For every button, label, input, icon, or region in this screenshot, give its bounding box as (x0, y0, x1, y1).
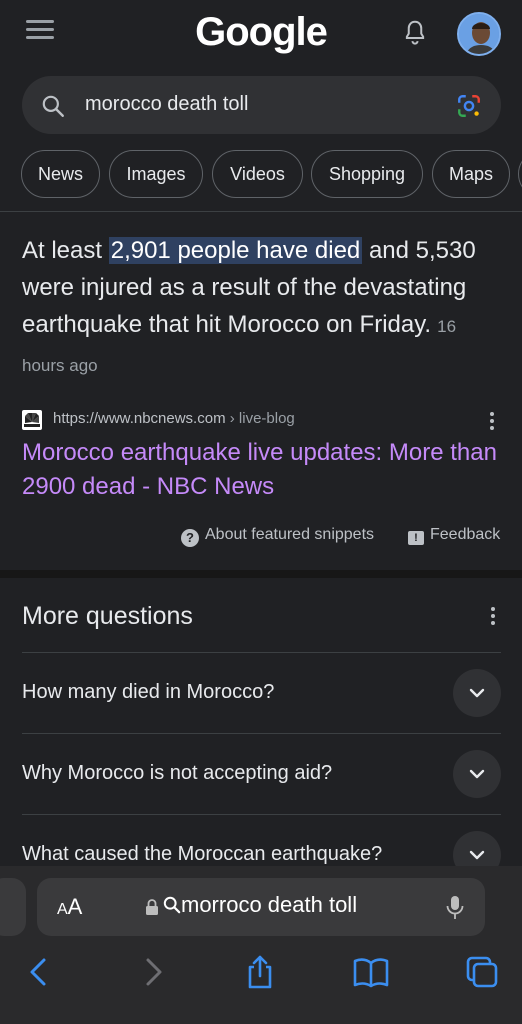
chip-maps[interactable]: Maps (432, 150, 510, 198)
question-row[interactable]: How many died in Morocco? (22, 652, 501, 732)
previous-tab-preview[interactable] (0, 878, 26, 936)
about-featured-snippets[interactable]: ? About featured snippets (181, 526, 374, 547)
featured-snippet-text: At least 2,901 people have died and 5,53… (22, 237, 476, 375)
top-header: Google (0, 0, 522, 70)
reader-text-size-button[interactable]: AAAA (57, 894, 82, 920)
feedback-link[interactable]: ! Feedback (408, 526, 500, 545)
help-icon: ? (181, 529, 199, 547)
back-chevron-icon[interactable] (20, 954, 60, 990)
address-bar-text[interactable]: morroco death toll (163, 892, 357, 918)
microphone-icon[interactable] (444, 894, 466, 922)
result-more-options-icon[interactable] (488, 412, 496, 432)
search-query-text[interactable]: morocco death toll (85, 93, 248, 116)
google-lens-icon[interactable] (456, 93, 482, 119)
question-text[interactable]: What caused the Moroccan earthquake? (22, 843, 382, 866)
forward-chevron-icon[interactable] (132, 954, 172, 990)
section-separator (0, 570, 522, 578)
chip-shopping[interactable]: Shopping (311, 150, 423, 198)
more-questions-title: More questions (22, 602, 193, 630)
expand-chevron-down-icon[interactable] (453, 669, 501, 717)
bookmarks-book-icon[interactable] (351, 954, 391, 990)
nbc-favicon-icon (22, 410, 42, 430)
search-icon[interactable] (40, 93, 66, 119)
question-row[interactable]: Why Morocco is not accepting aid? (22, 733, 501, 813)
google-logo[interactable]: Google (0, 10, 522, 55)
account-avatar[interactable] (457, 12, 501, 56)
snippet-meta-row: ? About featured snippets ! Feedback (0, 526, 522, 550)
expand-chevron-down-icon[interactable] (453, 750, 501, 798)
source-url[interactable]: https://www.nbcnews.com › live-blog (53, 410, 295, 427)
chip-news[interactable]: News (21, 150, 100, 198)
tabs-overview-icon[interactable] (462, 954, 502, 990)
browser-bottom-bar: AAAA morroco death toll (0, 866, 522, 1024)
question-text[interactable]: Why Morocco is not accepting aid? (22, 762, 332, 785)
snippet-source[interactable]: https://www.nbcnews.com › live-blog (22, 408, 502, 432)
address-search-icon (163, 896, 181, 914)
share-icon[interactable] (240, 954, 280, 990)
search-filter-chips: News Images Videos Shopping Maps (21, 150, 522, 198)
search-box[interactable]: morocco death toll (22, 76, 501, 134)
snippet-highlight: 2,901 people have died (108, 237, 363, 264)
feedback-icon: ! (408, 531, 424, 545)
question-text[interactable]: How many died in Morocco? (22, 681, 274, 704)
results-divider (0, 211, 522, 212)
more-questions-options-icon[interactable] (489, 607, 497, 627)
chip-videos[interactable]: Videos (212, 150, 303, 198)
browser-address-bar[interactable]: AAAA morroco death toll (37, 878, 485, 936)
chip-images[interactable]: Images (109, 150, 203, 198)
lock-icon (145, 898, 159, 916)
result-title-link[interactable]: Morocco earthquake live updates: More th… (22, 436, 502, 504)
chip-overflow[interactable] (518, 150, 522, 198)
notifications-bell-icon[interactable] (400, 18, 430, 48)
